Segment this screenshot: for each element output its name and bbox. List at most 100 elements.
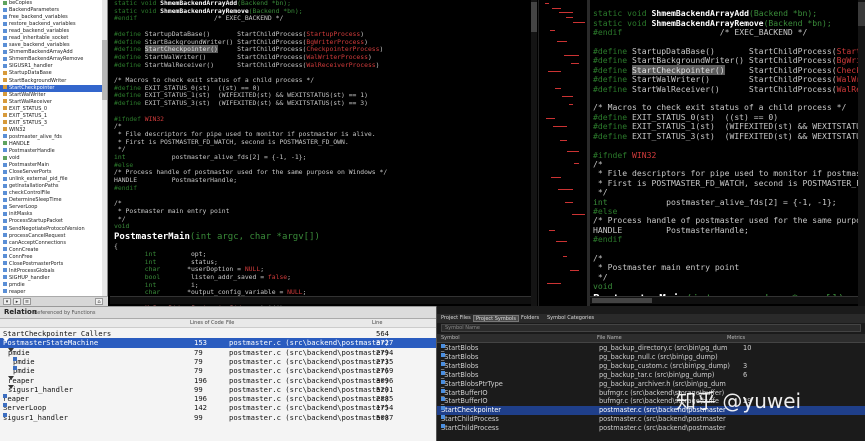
symbol-tree-item[interactable]: SendNegotiateProtocolVersion [0,226,107,233]
relation-caller-label: StartCheckpointer Callers [3,329,112,338]
expand-arrow-icon[interactable] [8,375,14,380]
symbol-tree-item[interactable]: WIN32 [0,127,107,134]
expand-button[interactable]: ▸ [13,298,21,305]
symbol-tree-item[interactable]: pmdie [0,282,107,289]
symbol-tree-item[interactable]: reaper [0,289,107,296]
tab-folders[interactable]: Folders [519,315,541,322]
relation-row[interactable]: StartCheckpointer Callers 564 [0,329,436,338]
symbol-tree-item[interactable]: StartCheckpointer [0,84,107,92]
code-right-vertical-scrollbar[interactable] [858,0,865,306]
symbol-tree-item[interactable]: SIGHUP_handler [0,275,107,282]
symbol-tree-item[interactable]: ProcessStartupPacket [0,218,107,225]
symbol-tree-item[interactable]: ClosePostmasterPorts [0,261,107,268]
symbol-tree-panel[interactable]: beCopies BackendParameters free_backend_va… [0,0,108,306]
code-right-horizontal-scrollbar[interactable] [590,296,858,304]
symbol-tree-item[interactable]: EXIT_STATUS_3 [0,120,107,127]
relation-mode[interactable]: Referenced by Functions [34,310,96,316]
relation-row[interactable]: pmdie 79 postmaster.c (src\backend\postmas… [0,366,436,375]
project-symbol-row[interactable]: _StartBlobs pg_backup_directory.c (src\bi… [437,344,865,353]
symbol-tree-item[interactable]: ServerLoop [0,204,107,211]
expand-arrow-icon[interactable] [8,384,14,389]
column-symbol[interactable]: Symbol [441,335,460,341]
symbol-tree-scroll-thumb[interactable] [102,40,107,100]
symbol-tree-item[interactable]: beCopies [0,0,107,7]
project-symbol-name: _StartBlobs [441,361,478,371]
symbol-tree-item[interactable]: ConnCreate [0,247,107,254]
symbol-tree-item[interactable]: read_backend_variables [0,28,107,35]
relation-row[interactable]: pmdie 79 postmaster.c (src\backend\postmas… [0,356,436,366]
symbol-tree-item[interactable]: processCancelRequest [0,233,107,240]
symbol-tree-item[interactable]: getInstallationPaths [0,183,107,190]
symbol-tree-item[interactable]: initMasks [0,211,107,218]
sort-button[interactable]: ≡ [23,298,31,305]
symbol-tree-item[interactable]: void [0,155,107,162]
symbol-tree-item[interactable]: StartBackgroundWriter [0,78,107,85]
relation-line: 3096 [376,375,394,385]
symbol-tree-item[interactable]: StartupDataBase [0,70,107,77]
relation-row[interactable]: reaper 196 postmaster.c (src\backend\postm… [0,394,436,403]
relation-row[interactable]: reaper 196 postmaster.c (src\backend\postm… [0,375,436,385]
lock-icon[interactable]: ⌂ [95,298,103,305]
expand-arrow-icon[interactable] [3,338,9,343]
relation-row[interactable]: ServerLoop 142 postmaster.c (src\backend\p… [0,403,436,412]
project-symbol-row[interactable]: StartChildProcess postmaster.c (src\backe… [437,424,865,433]
project-symbol-row[interactable]: StartChildProcess postmaster.c (src\backe… [437,415,865,424]
code-left-vertical-scrollbar[interactable] [531,0,537,306]
symbol-tree-item[interactable]: postmaster_alive_fds [0,134,107,141]
symbol-tree-item[interactable]: InitProcessGlobals [0,268,107,275]
project-symbol-name: StartChildProcess [441,415,499,424]
expand-arrow-icon[interactable] [8,347,14,352]
symbol-tree-item[interactable]: canAcceptConnections [0,240,107,247]
symbol-tree-item[interactable]: ShmemBackendArrayAdd [0,49,107,56]
project-symbol-row[interactable]: _StartBlobs pg_backup_null.c (src\bin\pg_… [437,352,865,362]
column-metrics[interactable]: Metrics [727,335,745,341]
symbol-tree-item[interactable]: DetermineSleepTime [0,197,107,204]
code-right-hscroll-thumb[interactable] [592,298,652,303]
code-left-horizontal-scrollbar[interactable] [110,296,531,304]
tab-symbol-categories[interactable]: Symbol Categories [545,315,596,322]
symbol-tree-item[interactable]: HANDLE [0,141,107,148]
symbol-tree-item[interactable]: free_backend_variables [0,14,107,21]
project-symbol-row[interactable]: _StartBlobs pg_backup_custom.c (src\bin\p… [437,361,865,371]
column-file[interactable]: File [226,320,234,326]
symbol-tree-item[interactable]: EXIT_STATUS_1 [0,113,107,120]
column-line[interactable]: Line [372,320,382,326]
code-editor-right[interactable]: static void ShmemBackendArrayAdd(Backend… [587,0,865,306]
code-editor-left[interactable]: static void ShmemBackendArrayAdd(Backend… [110,0,538,306]
project-symbol-file: postmaster.c (src\backend\postmaster [599,415,726,424]
symbol-tree-item[interactable]: ShmemBackendArrayRemove [0,56,107,63]
symbol-tree-scrollbar[interactable] [102,0,107,306]
tab-project-files[interactable]: Project Files [439,315,473,322]
symbol-tree-item[interactable]: BackendParameters [0,7,107,14]
symbol-tree-item[interactable]: SIGUSR1_handler [0,63,107,70]
collapse-button[interactable]: ▾ [3,298,11,305]
symbol-tree-item[interactable]: StartWalReceiver [0,99,107,106]
relation-row[interactable]: pmdie 79 postmaster.c (src\backend\postmas… [0,347,436,357]
symbol-tree-item[interactable]: PostmasterHandle [0,148,107,155]
symbol-tree-list[interactable]: beCopies BackendParameters free_backend_va… [0,0,107,303]
symbol-tree-item[interactable]: PostmasterMain [0,162,107,169]
symbol-tree-item[interactable]: save_backend_variables [0,42,107,49]
symbol-tree-item[interactable]: read_inheritable_socket [0,35,107,42]
symbol-tree-item[interactable]: StartWalWriter [0,92,107,99]
project-symbol-row[interactable]: _StartBlobs pg_backup_tar.c (src\bin\pg_d… [437,370,865,380]
orange-square-icon [3,120,7,125]
symbol-tree-item[interactable]: unlink_external_pid_file [0,176,107,183]
column-lines-of-code[interactable]: Lines of Code [190,320,224,326]
relation-row[interactable]: PostmasterStateMachine 153 postmaster.c (s… [0,338,436,348]
symbol-tree-item[interactable]: ConnFree [0,254,107,261]
code-left-scroll-thumb[interactable] [531,2,537,32]
symbol-filter-input[interactable]: Symbol Name [441,324,861,332]
relation-row[interactable]: sigusr1_handler 99 postmaster.c (src\backe… [0,412,436,422]
symbol-tree-item[interactable]: checkControlFile [0,190,107,197]
symbol-tree-item[interactable]: EXIT_STATUS_0 [0,106,107,113]
tab-project-symbols[interactable]: Project Symbols [473,315,519,322]
code-right-scroll-thumb[interactable] [858,2,865,26]
code-token: #define [593,130,632,141]
column-file-name[interactable]: File Name [597,335,622,341]
relation-row[interactable]: sigusr1_handler 99 postmaster.c (src\backe… [0,384,436,394]
code-token: WIN32 [144,114,165,123]
code-overview-map[interactable] [538,0,585,306]
symbol-tree-item[interactable]: CloseServerPorts [0,169,107,176]
symbol-tree-item[interactable]: restore_backend_variables [0,21,107,28]
